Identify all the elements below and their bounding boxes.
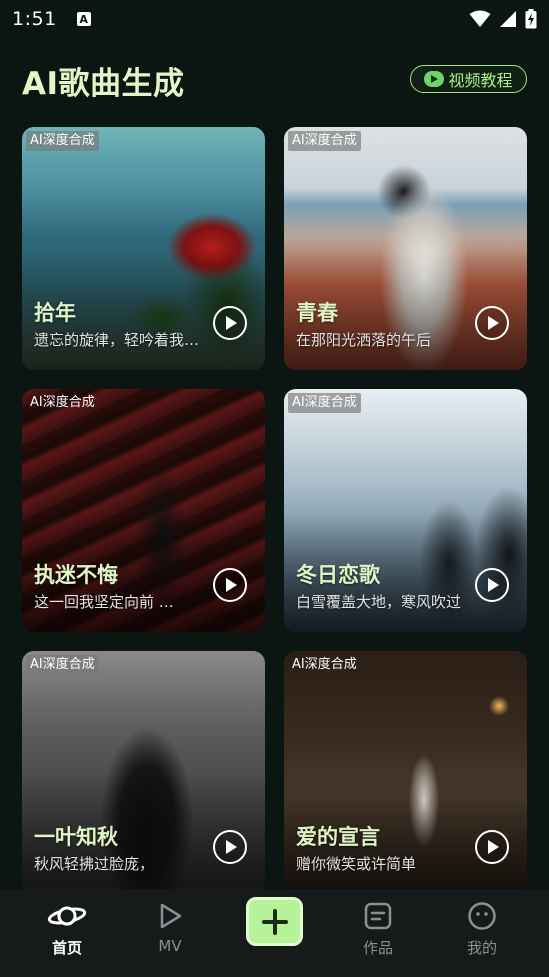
- nav-label-profile: 我的: [466, 939, 497, 957]
- ai-synthesis-badge: AI深度合成: [30, 395, 95, 410]
- nav-item-mv[interactable]: MV: [115, 889, 225, 977]
- wifi-icon: [469, 10, 491, 27]
- battery-charging-icon: [525, 9, 537, 29]
- play-button[interactable]: [213, 306, 247, 340]
- status-icons: [469, 9, 537, 29]
- nav-item-profile[interactable]: 我的: [427, 889, 537, 977]
- nav-label-works: 作品: [362, 939, 393, 957]
- nav-item-home[interactable]: 首页: [12, 889, 122, 977]
- play-button[interactable]: [475, 830, 509, 864]
- signal-icon: [500, 11, 516, 27]
- song-description: 这一回我坚定向前 …: [34, 593, 174, 611]
- ai-synthesis-badge: AI深度合成: [288, 131, 361, 151]
- planet-icon: [47, 901, 87, 931]
- song-description: 遗忘的旋律，轻吟着我们的过往: [34, 331, 202, 349]
- song-description: 赠你微笑或许简单: [296, 855, 417, 873]
- song-description: 在那阳光洒落的午后: [296, 331, 432, 349]
- song-description: 秋风轻拂过脸庞，: [34, 855, 155, 873]
- ai-synthesis-badge: AI深度合成: [26, 131, 99, 151]
- ai-synthesis-badge: AI深度合成: [292, 657, 357, 672]
- ai-synthesis-badge: AI深度合成: [26, 655, 99, 675]
- play-button[interactable]: [213, 830, 247, 864]
- video-tutorial-label: 视频教程: [448, 71, 513, 90]
- status-bar: 1:51 A: [0, 0, 549, 38]
- song-title: 一叶知秋: [34, 825, 118, 849]
- song-card[interactable]: AI深度合成 青春 在那阳光洒落的午后: [284, 127, 527, 370]
- song-card[interactable]: AI深度合成 冬日恋歌 白雪覆盖大地，寒风吹过: [284, 389, 527, 632]
- song-card[interactable]: AI深度合成 爱的宣言 赠你微笑或许简单: [284, 651, 527, 894]
- song-title: 爱的宣言: [296, 825, 380, 849]
- song-card[interactable]: AI深度合成 执迷不悔 这一回我坚定向前 …: [22, 389, 265, 632]
- song-description: 白雪覆盖大地，寒风吹过: [296, 593, 462, 611]
- document-icon: [363, 901, 393, 931]
- play-outline-icon: [156, 901, 184, 931]
- page-title: AI歌曲生成: [22, 66, 185, 102]
- video-chat-icon: [424, 71, 445, 87]
- ai-synthesis-badge: AI深度合成: [288, 393, 361, 413]
- song-title: 青春: [296, 301, 338, 325]
- smiley-icon: [467, 901, 497, 931]
- accessibility-indicator-icon: A: [76, 12, 91, 26]
- song-title: 冬日恋歌: [296, 563, 380, 587]
- create-song-button[interactable]: [246, 897, 303, 946]
- play-button[interactable]: [475, 568, 509, 602]
- song-title: 拾年: [34, 301, 76, 325]
- video-tutorial-button[interactable]: 视频教程: [410, 65, 527, 93]
- nav-label-home: 首页: [51, 939, 82, 957]
- play-button[interactable]: [213, 568, 247, 602]
- nav-item-works[interactable]: 作品: [323, 889, 433, 977]
- plus-icon: [261, 908, 288, 935]
- header: AI歌曲生成 视频教程: [0, 52, 549, 108]
- nav-label-mv: MV: [158, 937, 182, 955]
- song-title: 执迷不悔: [34, 563, 118, 587]
- song-card[interactable]: AI深度合成 拾年 遗忘的旋律，轻吟着我们的过往: [22, 127, 265, 370]
- song-card[interactable]: AI深度合成 一叶知秋 秋风轻拂过脸庞，: [22, 651, 265, 894]
- play-button[interactable]: [475, 306, 509, 340]
- status-time: 1:51: [12, 8, 57, 30]
- bottom-nav: 首页 MV 作品 我的: [0, 889, 549, 977]
